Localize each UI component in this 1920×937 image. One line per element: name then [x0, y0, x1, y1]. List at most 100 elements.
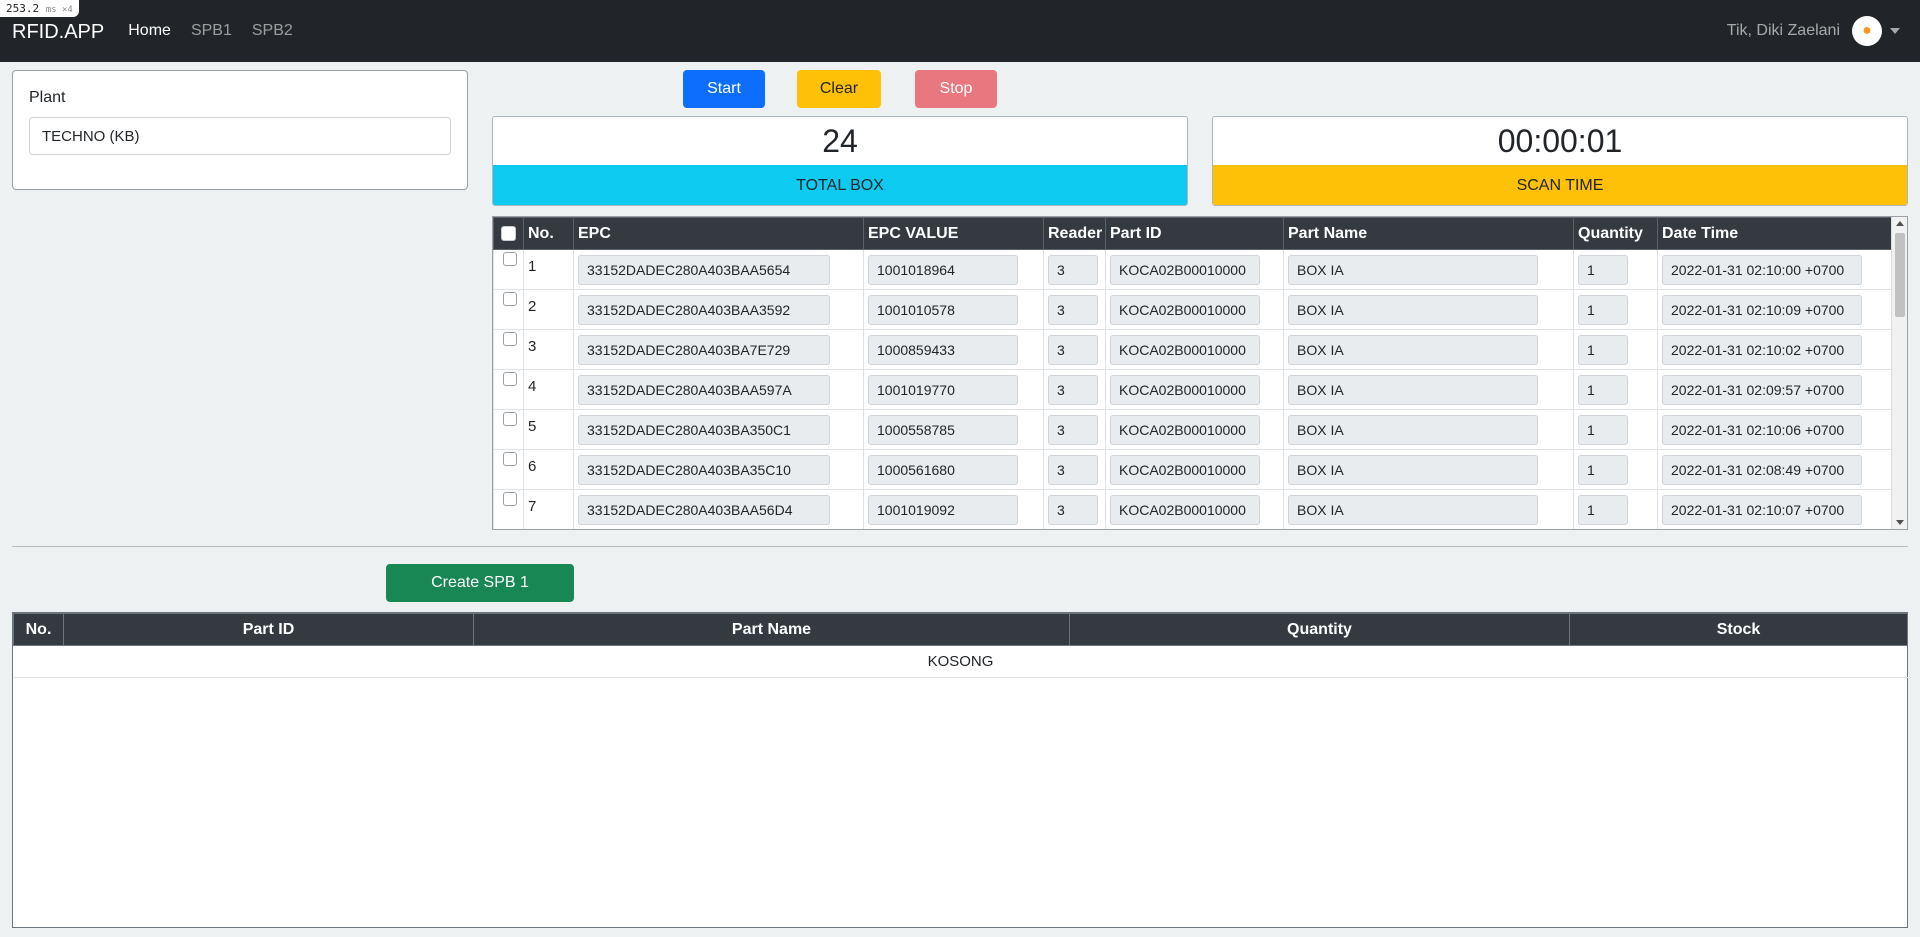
- quantity-cell: 1: [1573, 329, 1658, 370]
- clear-button[interactable]: Clear: [797, 70, 881, 108]
- reader-field[interactable]: 3: [1048, 494, 1098, 525]
- date-time-field[interactable]: 2022-01-31 02:09:57 +0700: [1662, 374, 1862, 405]
- part-name-cell: BOX IA: [1283, 289, 1574, 330]
- nav-link-spb2[interactable]: SPB2: [252, 22, 293, 40]
- nav-link-home[interactable]: Home: [128, 22, 171, 40]
- reader-field[interactable]: 3: [1048, 454, 1098, 485]
- part-name-cell: BOX IA: [1283, 449, 1574, 490]
- reader-cell: 3: [1043, 289, 1106, 330]
- part-name-field[interactable]: BOX IA: [1288, 414, 1538, 445]
- part-id-cell: KOCA02B00010000: [1105, 489, 1284, 529]
- reader-field[interactable]: 3: [1048, 374, 1098, 405]
- quantity-cell: 1: [1573, 289, 1658, 330]
- reader-field[interactable]: 3: [1048, 414, 1098, 445]
- perf-overlay: 253.2 ms ×4: [0, 0, 79, 17]
- epc-cell: 33152DADEC280A403BAA56D4: [573, 489, 864, 529]
- row-select-cell: [493, 369, 524, 410]
- scrollbar[interactable]: [1891, 217, 1907, 529]
- epc-value-field[interactable]: 1001019770: [868, 374, 1018, 405]
- part-name-field[interactable]: BOX IA: [1288, 374, 1538, 405]
- scroll-up-icon[interactable]: [1896, 221, 1904, 226]
- date-time-field[interactable]: 2022-01-31 02:10:00 +0700: [1662, 254, 1862, 285]
- part-name-cell: BOX IA: [1283, 489, 1574, 529]
- date-time-cell: 2022-01-31 02:10:06 +0700: [1657, 409, 1892, 450]
- quantity-field[interactable]: 1: [1578, 494, 1628, 525]
- part-name-field[interactable]: BOX IA: [1288, 454, 1538, 485]
- epc-value-field[interactable]: 1000558785: [868, 414, 1018, 445]
- spb-empty-row: KOSONG: [13, 645, 1908, 678]
- part-id-cell: KOCA02B00010000: [1105, 409, 1284, 450]
- quantity-field[interactable]: 1: [1578, 294, 1628, 325]
- chevron-down-icon[interactable]: [1890, 28, 1900, 34]
- epc-field[interactable]: 33152DADEC280A403BAA5654: [578, 254, 830, 285]
- part-id-field[interactable]: KOCA02B00010000: [1110, 334, 1260, 365]
- epc-field[interactable]: 33152DADEC280A403BA35C10: [578, 454, 830, 485]
- quantity-field[interactable]: 1: [1578, 254, 1628, 285]
- part-name-cell: BOX IA: [1283, 409, 1574, 450]
- plant-input[interactable]: TECHNO (KB): [29, 117, 451, 155]
- part-name-cell: BOX IA: [1283, 369, 1574, 410]
- nav-link-spb1[interactable]: SPB1: [191, 22, 232, 40]
- quantity-field[interactable]: 1: [1578, 414, 1628, 445]
- quantity-field[interactable]: 1: [1578, 374, 1628, 405]
- table-row: 6 33152DADEC280A403BA35C10 1000561680 3 KOCA…: [493, 449, 1892, 490]
- create-spb1-button[interactable]: Create SPB 1: [386, 564, 574, 602]
- part-id-field[interactable]: KOCA02B00010000: [1110, 414, 1260, 445]
- navbar: RFID.APP Home SPB1 SPB2 Tik, Diki Zaelan…: [0, 0, 1920, 62]
- row-checkbox[interactable]: [503, 452, 517, 466]
- avatar[interactable]: ●: [1852, 16, 1882, 46]
- row-checkbox[interactable]: [503, 252, 517, 266]
- reader-field[interactable]: 3: [1048, 334, 1098, 365]
- quantity-field[interactable]: 1: [1578, 334, 1628, 365]
- quantity-field[interactable]: 1: [1578, 454, 1628, 485]
- epc-field[interactable]: 33152DADEC280A403BAA56D4: [578, 494, 830, 525]
- user-menu[interactable]: Tik, Diki Zaelani ●: [1727, 16, 1900, 46]
- row-no: 3: [523, 329, 574, 370]
- row-checkbox[interactable]: [503, 372, 517, 386]
- part-id-field[interactable]: KOCA02B00010000: [1110, 454, 1260, 485]
- date-time-field[interactable]: 2022-01-31 02:08:49 +0700: [1662, 454, 1862, 485]
- reader-field[interactable]: 3: [1048, 254, 1098, 285]
- row-checkbox[interactable]: [503, 492, 517, 506]
- reader-field[interactable]: 3: [1048, 294, 1098, 325]
- epc-value-field[interactable]: 1001019092: [868, 494, 1018, 525]
- part-name-field[interactable]: BOX IA: [1288, 494, 1538, 525]
- spb-col-part-name: Part Name: [473, 613, 1070, 646]
- epc-field[interactable]: 33152DADEC280A403BA7E729: [578, 334, 830, 365]
- row-select-cell: [493, 249, 524, 290]
- part-name-field[interactable]: BOX IA: [1288, 254, 1538, 285]
- part-name-field[interactable]: BOX IA: [1288, 334, 1538, 365]
- part-id-cell: KOCA02B00010000: [1105, 369, 1284, 410]
- total-box-card: 24 TOTAL BOX: [492, 116, 1188, 206]
- epc-value-field[interactable]: 1001018964: [868, 254, 1018, 285]
- scroll-down-icon[interactable]: [1896, 520, 1904, 525]
- stop-button[interactable]: Stop: [915, 70, 997, 108]
- row-checkbox[interactable]: [503, 292, 517, 306]
- epc-value-field[interactable]: 1000561680: [868, 454, 1018, 485]
- part-id-field[interactable]: KOCA02B00010000: [1110, 494, 1260, 525]
- date-time-field[interactable]: 2022-01-31 02:10:02 +0700: [1662, 334, 1862, 365]
- part-id-field[interactable]: KOCA02B00010000: [1110, 374, 1260, 405]
- epc-field[interactable]: 33152DADEC280A403BA350C1: [578, 414, 830, 445]
- start-button[interactable]: Start: [683, 70, 765, 108]
- brand-logo[interactable]: RFID.APP: [12, 21, 104, 44]
- epc-field[interactable]: 33152DADEC280A403BAA3592: [578, 294, 830, 325]
- date-time-cell: 2022-01-31 02:10:09 +0700: [1657, 289, 1892, 330]
- row-checkbox[interactable]: [503, 332, 517, 346]
- date-time-field[interactable]: 2022-01-31 02:10:09 +0700: [1662, 294, 1862, 325]
- scrollbar-thumb[interactable]: [1895, 233, 1905, 317]
- scan-table-container[interactable]: No. EPC EPC VALUE Reader Part ID Part Na…: [492, 216, 1908, 530]
- select-all-cell: [493, 217, 524, 250]
- epc-value-field[interactable]: 1000859433: [868, 334, 1018, 365]
- row-checkbox[interactable]: [503, 412, 517, 426]
- part-id-field[interactable]: KOCA02B00010000: [1110, 254, 1260, 285]
- quantity-cell: 1: [1573, 369, 1658, 410]
- part-id-cell: KOCA02B00010000: [1105, 289, 1284, 330]
- select-all-checkbox[interactable]: [501, 226, 516, 241]
- date-time-field[interactable]: 2022-01-31 02:10:07 +0700: [1662, 494, 1862, 525]
- epc-value-field[interactable]: 1001010578: [868, 294, 1018, 325]
- date-time-field[interactable]: 2022-01-31 02:10:06 +0700: [1662, 414, 1862, 445]
- part-name-field[interactable]: BOX IA: [1288, 294, 1538, 325]
- epc-field[interactable]: 33152DADEC280A403BAA597A: [578, 374, 830, 405]
- part-id-field[interactable]: KOCA02B00010000: [1110, 294, 1260, 325]
